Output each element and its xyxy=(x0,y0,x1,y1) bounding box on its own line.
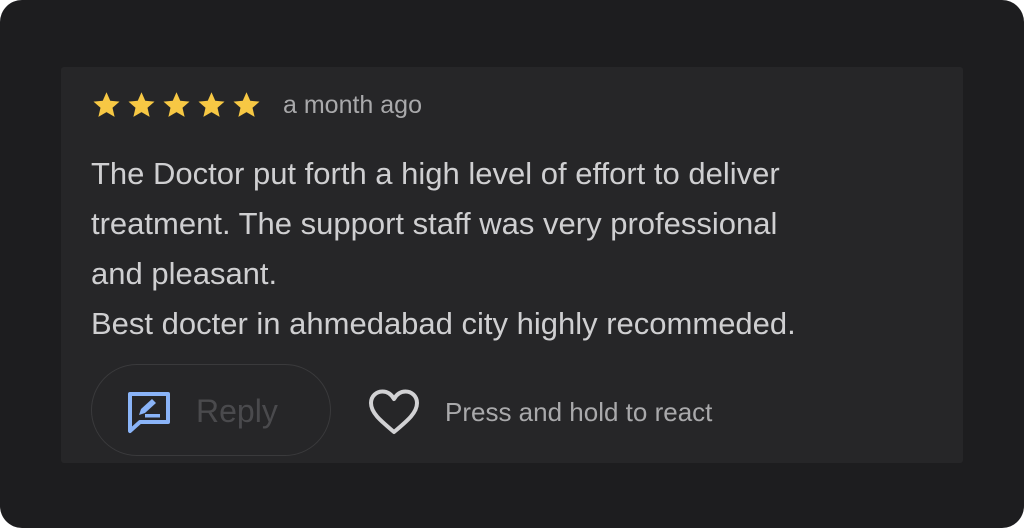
review-meta: a month ago xyxy=(91,89,422,121)
star-icon xyxy=(93,92,120,117)
heart-icon[interactable] xyxy=(367,388,421,436)
review-text: The Doctor put forth a high level of eff… xyxy=(91,156,796,341)
star-icon xyxy=(198,92,225,117)
star-icon xyxy=(163,92,190,117)
screen-frame: a month ago The Doctor put forth a high … xyxy=(0,0,1024,528)
star-rating xyxy=(91,90,266,120)
react-hint: Press and hold to react xyxy=(445,397,713,427)
star-icon xyxy=(233,92,260,117)
review-card: a month ago The Doctor put forth a high … xyxy=(61,67,963,463)
reply-icon xyxy=(128,392,170,433)
star-icon xyxy=(128,92,155,117)
reply-button[interactable]: Reply xyxy=(91,364,331,456)
reply-label: Reply xyxy=(196,393,278,429)
review-time: a month ago xyxy=(283,91,422,119)
